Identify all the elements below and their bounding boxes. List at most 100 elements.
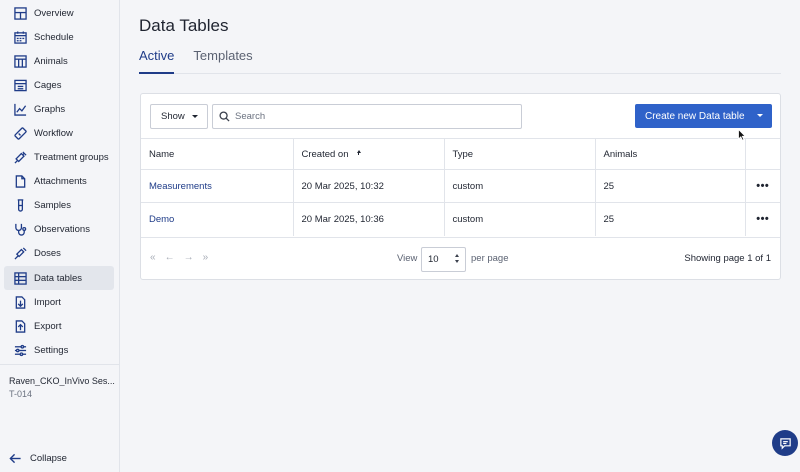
caret-down-icon	[757, 114, 763, 117]
sliders-icon	[14, 344, 27, 357]
tab-templates[interactable]: Templates	[193, 48, 252, 74]
sidebar-item-settings[interactable]: Settings	[4, 338, 114, 362]
data-tables-table: Name Created on Type Animals Measurement…	[141, 138, 780, 236]
workflow-icon	[14, 127, 27, 140]
table-header-row: Name Created on Type Animals	[141, 138, 780, 170]
column-header-created-on[interactable]: Created on	[292, 138, 444, 170]
cell-name: Measurements	[141, 169, 293, 203]
chat-support-button[interactable]	[772, 430, 798, 456]
create-data-table-button[interactable]: Create new Data table	[635, 104, 772, 128]
page-title: Data Tables	[139, 16, 229, 35]
cell-type: custom	[443, 202, 595, 236]
create-label: Create new Data table	[645, 110, 745, 122]
show-dropdown[interactable]: Show	[150, 104, 208, 129]
cell-name: Demo	[141, 202, 293, 236]
collapse-button[interactable]: Collapse	[9, 452, 67, 465]
next-page-icon[interactable]: →	[184, 252, 194, 263]
tab-active[interactable]: Active	[139, 48, 175, 74]
sidebar-item-overview[interactable]: Overview	[4, 1, 114, 25]
sidebar-item-label: Treatment groups	[34, 152, 109, 164]
sidebar-item-label: Observations	[34, 224, 90, 236]
sidebar-item-label: Schedule	[34, 31, 74, 43]
stepper-icon	[455, 254, 459, 263]
sidebar-item-treatment-groups[interactable]: Treatment groups	[4, 146, 114, 170]
sidebar-item-label: Import	[34, 296, 61, 308]
sidebar-nav: Overview Schedule Animals Cages Graphs W…	[0, 0, 119, 362]
per-page-label: per page	[471, 253, 509, 264]
sidebar-item-label: Graphs	[34, 103, 66, 115]
sidebar-item-label: Export	[34, 320, 62, 332]
column-header-actions	[744, 138, 780, 170]
more-options-icon[interactable]: •••	[744, 202, 780, 236]
caret-down-icon	[192, 115, 198, 118]
cage-icon	[14, 79, 27, 92]
stethoscope-icon	[14, 223, 27, 237]
table-icon	[14, 55, 27, 68]
cell-type: custom	[443, 169, 595, 203]
sidebar-item-label: Animals	[34, 55, 68, 67]
sidebar-item-label: Settings	[34, 344, 69, 356]
dose-icon	[14, 247, 27, 261]
sidebar-item-attachments[interactable]: Attachments	[4, 170, 114, 194]
sidebar-item-cages[interactable]: Cages	[4, 73, 114, 97]
sidebar-item-label: Samples	[34, 200, 71, 212]
study-name: Raven_CKO_InVivo Ses...	[9, 376, 115, 386]
search-input[interactable]	[235, 111, 515, 122]
sidebar-item-label: Data tables	[34, 272, 83, 284]
page-status: Showing page 1 of 1	[684, 253, 771, 264]
study-info[interactable]: Raven_CKO_InVivo Ses... T-014	[9, 376, 115, 399]
graph-icon	[14, 103, 27, 116]
test-tube-icon	[14, 199, 27, 212]
overview-icon	[14, 6, 27, 20]
data-table-icon	[14, 271, 27, 285]
cell-created-on: 20 Mar 2025, 10:36	[292, 202, 444, 236]
sidebar-item-graphs[interactable]: Graphs	[4, 97, 114, 121]
search-icon	[219, 111, 230, 122]
show-label: Show	[161, 111, 185, 122]
sidebar-item-doses[interactable]: Doses	[4, 242, 114, 266]
sidebar-item-schedule[interactable]: Schedule	[4, 25, 114, 49]
tab-bar: Active Templates	[139, 48, 781, 74]
sidebar-item-data-tables[interactable]: Data tables	[4, 266, 114, 291]
per-page-select[interactable]: 10	[421, 247, 466, 272]
main-content: Data Tables Active Templates Show Create…	[120, 0, 800, 472]
more-options-icon[interactable]: •••	[744, 169, 780, 203]
previous-page-icon[interactable]: ←	[165, 252, 175, 263]
study-id: T-014	[9, 389, 33, 399]
sidebar-divider	[0, 364, 119, 365]
sidebar-item-samples[interactable]: Samples	[4, 194, 114, 218]
collapse-label: Collapse	[30, 453, 67, 464]
cell-animals: 25	[594, 169, 745, 203]
table-toolbar: Show Create new Data table	[141, 94, 780, 138]
sort-ascending-icon	[356, 150, 361, 156]
table-footer: « ← → » View 10 per page Showing page 1 …	[141, 237, 780, 279]
cell-animals: 25	[594, 202, 745, 236]
table-row: Measurements 20 Mar 2025, 10:32 custom 2…	[141, 169, 780, 203]
column-header-animals[interactable]: Animals	[594, 138, 745, 170]
sidebar-item-label: Workflow	[34, 128, 73, 140]
sidebar-item-export[interactable]: Export	[4, 314, 114, 338]
arrow-left-icon	[9, 452, 22, 465]
data-tables-card: Show Create new Data table Name Created …	[140, 93, 781, 280]
chat-icon	[779, 437, 791, 450]
export-icon	[14, 320, 27, 333]
sidebar-item-label: Attachments	[34, 176, 87, 188]
view-label: View	[397, 253, 418, 264]
column-header-type[interactable]: Type	[443, 138, 595, 170]
first-page-icon[interactable]: «	[150, 252, 156, 263]
sidebar-item-observations[interactable]: Observations	[4, 218, 114, 242]
cell-created-on: 20 Mar 2025, 10:32	[292, 169, 444, 203]
calendar-icon	[14, 31, 27, 44]
mouse-cursor-icon	[738, 129, 746, 141]
column-header-name[interactable]: Name	[141, 138, 293, 170]
pagination-controls: « ← → »	[150, 252, 208, 263]
last-page-icon[interactable]: »	[203, 252, 209, 263]
per-page-value: 10	[428, 254, 439, 265]
data-table-link[interactable]: Measurements	[149, 181, 212, 192]
sidebar-item-label: Cages	[34, 79, 62, 91]
sidebar-item-animals[interactable]: Animals	[4, 49, 114, 73]
search-box[interactable]	[212, 104, 522, 129]
sidebar-item-import[interactable]: Import	[4, 290, 114, 314]
data-table-link[interactable]: Demo	[149, 214, 174, 225]
sidebar-item-workflow[interactable]: Workflow	[4, 121, 114, 145]
